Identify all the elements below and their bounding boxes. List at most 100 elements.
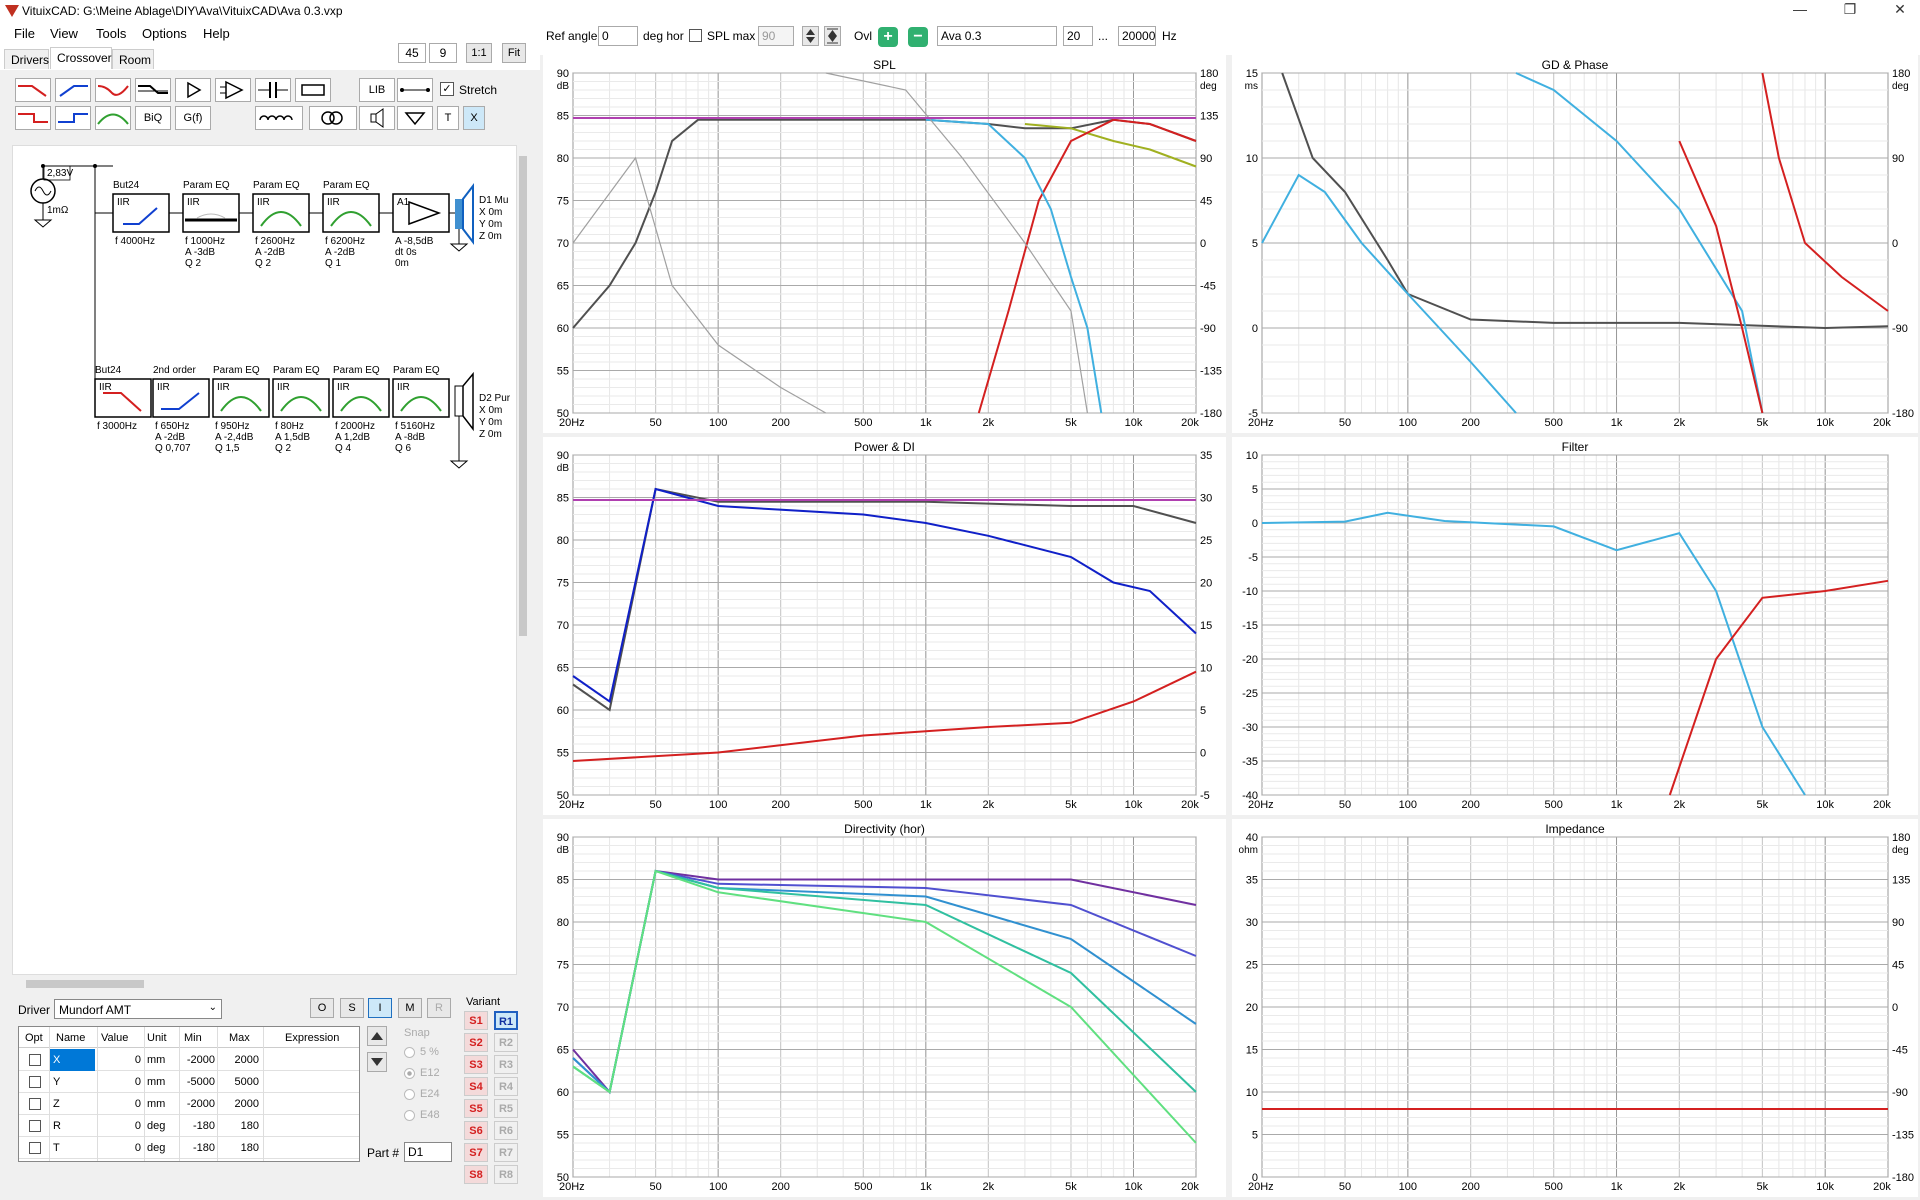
variant-s1-button[interactable]: S1	[464, 1011, 488, 1030]
gf-button[interactable]: G(f)	[175, 106, 211, 130]
chart-0[interactable]: SPL 90 85 80 75 70 65 60 55 50 180 135 90 45 0 -45 -90 -1…	[543, 55, 1226, 433]
lowpass2-red-button[interactable]	[15, 106, 51, 130]
param-value[interactable]: 0	[101, 1115, 141, 1137]
text-button[interactable]: T	[437, 106, 459, 130]
driver-d1-icon[interactable]	[455, 199, 463, 229]
speaker-button[interactable]	[359, 106, 395, 130]
opt-checkbox[interactable]	[29, 1054, 41, 1066]
opt-checkbox[interactable]	[29, 1142, 41, 1154]
fit-button[interactable]: Fit	[502, 43, 526, 63]
vertical-scrollbar[interactable]	[517, 140, 529, 978]
tab-room[interactable]: Room	[112, 49, 154, 69]
table-row[interactable]: Y 0 mm -5000 5000	[19, 1071, 359, 1093]
remove-overlay-button[interactable]: −	[908, 27, 928, 47]
filter-block-branch2-0[interactable]: But24 IIR f 3000Hz	[94, 365, 152, 432]
param-value[interactable]: 0	[101, 1071, 141, 1093]
grid-y-input[interactable]: 9	[429, 43, 457, 63]
shelf-button[interactable]	[135, 78, 171, 102]
variant-s4-button[interactable]: S4	[464, 1077, 488, 1096]
chart-5[interactable]: Impedance 40 35 30 25 20 15 10 5 0 180 135 90 45 0 -45-…	[1232, 819, 1918, 1197]
peq-green-button[interactable]	[95, 106, 131, 130]
variant-r5-button[interactable]: R5	[494, 1099, 518, 1118]
stretch-checkbox[interactable]: ✓	[440, 82, 454, 96]
opt-checkbox[interactable]	[29, 1076, 41, 1088]
lib-button[interactable]: LIB	[359, 78, 395, 102]
move-down-button[interactable]	[367, 1052, 387, 1072]
overlay-name-input[interactable]: Ava 0.3	[937, 26, 1057, 46]
opt-checkbox[interactable]	[29, 1120, 41, 1132]
filter-block-branch2-4[interactable]: Param EQ IIR f 2000HzA 1,2dBQ 4	[332, 365, 390, 454]
s-button[interactable]: S	[340, 998, 364, 1018]
inductor-button[interactable]	[255, 106, 303, 130]
close-button[interactable]: ✕	[1885, 1, 1915, 18]
i-button[interactable]: I	[368, 998, 392, 1018]
lowpass-red-button[interactable]	[15, 78, 51, 102]
spl-max-input[interactable]: 90	[758, 26, 794, 46]
chart-3[interactable]: Filter 10 5 0 -5 -10 -15 -20 -25 -30 -35 -40 20Hz 50 1…	[1232, 437, 1918, 815]
opt-checkbox[interactable]	[29, 1098, 41, 1110]
ground-button[interactable]	[397, 106, 433, 130]
spin-max-button[interactable]	[824, 26, 841, 46]
filter-block-branch1-4[interactable]: A1 A -8,5dBdt 0s 0m	[392, 193, 450, 269]
highpass2-blue-button[interactable]	[55, 106, 91, 130]
variant-s2-button[interactable]: S2	[464, 1033, 488, 1052]
variant-s5-button[interactable]: S5	[464, 1099, 488, 1118]
variant-r3-button[interactable]: R3	[494, 1055, 518, 1074]
filter-block-branch1-1[interactable]: Param EQ IIR f 1000HzA -3dBQ 2	[182, 180, 240, 269]
driver-d2-icon[interactable]	[454, 385, 464, 417]
variant-r2-button[interactable]: R2	[494, 1033, 518, 1052]
variant-s7-button[interactable]: S7	[464, 1143, 488, 1162]
filter-block-branch2-1[interactable]: 2nd order IIR f 650HzA -2dBQ 0,707	[152, 365, 210, 454]
opamp-button[interactable]	[215, 78, 251, 102]
m-button[interactable]: M	[398, 998, 422, 1018]
chart-1[interactable]: GD & Phase 15 10 5 0 -5 180 90 0 -90 -180 ms deg 20Hz…	[1232, 55, 1918, 433]
variant-s3-button[interactable]: S3	[464, 1055, 488, 1074]
fmax-input[interactable]: 20000	[1118, 26, 1156, 46]
table-row[interactable]: Z 0 mm -2000 2000	[19, 1093, 359, 1115]
param-value[interactable]: 0	[101, 1093, 141, 1115]
delete-button[interactable]: X	[463, 106, 485, 130]
bandpass-red-button[interactable]	[95, 78, 131, 102]
filter-block-branch2-3[interactable]: Param EQ IIR f 80HzA 1,5dBQ 2	[272, 365, 330, 454]
menu-tools[interactable]: Tools	[96, 26, 126, 41]
chart-4[interactable]: Directivity (hor) 90 85 80 75 70 65 60 55 50 dB 20H…	[543, 819, 1226, 1197]
biq-button[interactable]: BiQ	[135, 106, 171, 130]
minimize-button[interactable]: —	[1785, 1, 1815, 17]
param-value[interactable]: 0	[101, 1049, 141, 1071]
menu-view[interactable]: View	[50, 26, 78, 41]
highpass-blue-button[interactable]	[55, 78, 91, 102]
filter-block-branch1-3[interactable]: Param EQ IIR f 6200HzA -2dBQ 1	[322, 180, 380, 269]
table-row[interactable]: T 0 deg -180 180	[19, 1137, 359, 1159]
menu-file[interactable]: File	[14, 26, 35, 41]
add-overlay-button[interactable]: +	[878, 27, 898, 47]
param-value[interactable]: 0	[101, 1137, 141, 1159]
transformer-button[interactable]	[309, 106, 357, 130]
menu-help[interactable]: Help	[203, 26, 230, 41]
buffer-button[interactable]	[175, 78, 211, 102]
capacitor-button[interactable]	[255, 78, 291, 102]
wire-button[interactable]	[397, 78, 433, 102]
schematic-canvas[interactable]: 2,83V 1mΩ But24 IIR f 4000Hz Param EQ IIR f 100…	[12, 145, 517, 975]
chart-2[interactable]: Power & DI 90 85 80 75 70 65 60 55 50 35 30 25 20 15 10…	[543, 437, 1226, 815]
variant-s8-button[interactable]: S8	[464, 1165, 488, 1184]
variant-r4-button[interactable]: R4	[494, 1077, 518, 1096]
part-input[interactable]: D1	[404, 1142, 452, 1162]
variant-s6-button[interactable]: S6	[464, 1121, 488, 1140]
filter-block-branch1-0[interactable]: But24 IIR f 4000Hz	[112, 180, 170, 247]
tab-drivers[interactable]: Drivers	[4, 49, 49, 69]
filter-block-branch2-2[interactable]: Param EQ IIR f 950HzA -2,4dBQ 1,5	[212, 365, 270, 454]
ref-angle-input[interactable]: 0	[598, 26, 638, 46]
spin-up-down-button[interactable]	[802, 26, 819, 46]
r-button[interactable]: R	[427, 998, 451, 1018]
grid-x-input[interactable]: 45	[398, 43, 426, 63]
driver-select[interactable]: Mundorf AMT ⌄	[54, 999, 222, 1019]
fmin-input[interactable]: 20	[1063, 26, 1093, 46]
filter-block-branch1-2[interactable]: Param EQ IIR f 2600HzA -2dBQ 2	[252, 180, 310, 269]
filter-block-branch2-5[interactable]: Param EQ IIR f 5160HzA -8dBQ 6	[392, 365, 450, 454]
table-row[interactable]: X 0 mm -2000 2000	[19, 1049, 359, 1071]
variant-r8-button[interactable]: R8	[494, 1165, 518, 1184]
table-row[interactable]: R 0 deg -180 180	[19, 1115, 359, 1137]
move-up-button[interactable]	[367, 1026, 387, 1046]
variant-r7-button[interactable]: R7	[494, 1143, 518, 1162]
variant-r6-button[interactable]: R6	[494, 1121, 518, 1140]
